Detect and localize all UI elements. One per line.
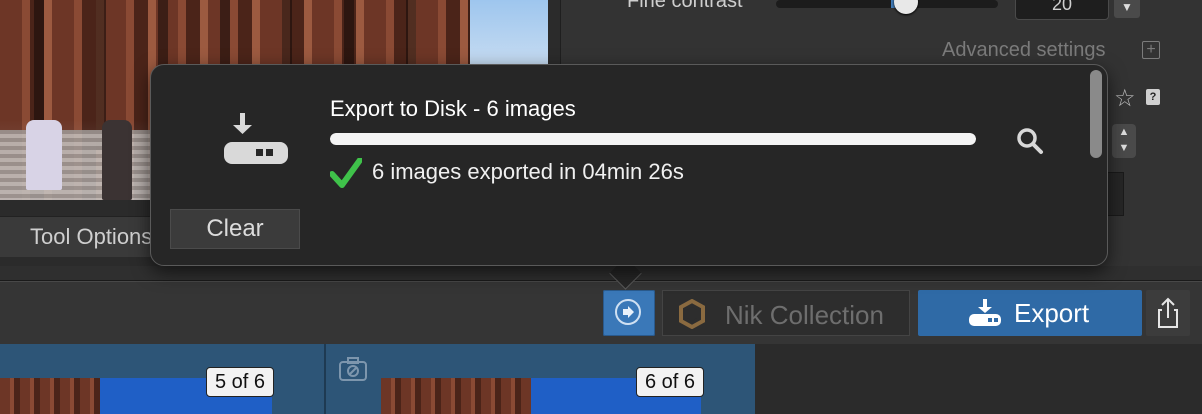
chevron-down-icon[interactable]: ▼ bbox=[1114, 0, 1140, 18]
fine-contrast-slider[interactable] bbox=[776, 0, 998, 8]
share-icon bbox=[1158, 297, 1178, 328]
export-progress-bar bbox=[330, 133, 976, 145]
export-to-disk-icon bbox=[969, 299, 1001, 326]
export-job-title: Export to Disk - 6 images bbox=[330, 96, 576, 121]
filmstrip-divider bbox=[324, 344, 326, 414]
share-button[interactable] bbox=[1146, 290, 1190, 336]
plus-icon[interactable]: + bbox=[1142, 41, 1160, 59]
clear-button[interactable]: Clear bbox=[170, 209, 300, 249]
action-arrow-icon bbox=[615, 299, 641, 325]
fine-contrast-label: Fine contrast bbox=[627, 0, 743, 12]
nik-logo-icon bbox=[679, 299, 705, 329]
fine-contrast-value[interactable]: 20 bbox=[1015, 0, 1109, 20]
tool-options-label: Tool Options bbox=[30, 224, 153, 249]
advanced-settings-label[interactable]: Advanced settings bbox=[942, 39, 1105, 62]
export-status-text: 6 images exported in 04min 26s bbox=[372, 159, 684, 184]
thumbnail-badge: 6 of 6 bbox=[636, 367, 705, 397]
camera-off-icon bbox=[339, 357, 367, 381]
photo-sky bbox=[470, 0, 548, 70]
filmstrip-empty-area bbox=[755, 344, 1202, 414]
popover-scrollbar-thumb[interactable] bbox=[1090, 70, 1102, 158]
export-label: Export bbox=[1014, 298, 1090, 328]
export-progress-fill bbox=[330, 133, 976, 145]
star-icon[interactable]: ☆ bbox=[1114, 84, 1136, 113]
person-figure bbox=[102, 120, 132, 200]
panel-divider bbox=[0, 266, 1202, 281]
person-figure bbox=[26, 120, 62, 190]
nik-collection-label: Nik Collection bbox=[725, 300, 884, 330]
nik-collection-button[interactable]: Nik Collection bbox=[662, 290, 910, 336]
export-to-disk-icon bbox=[224, 113, 288, 164]
export-button[interactable]: Export bbox=[918, 290, 1142, 336]
magnifier-icon[interactable] bbox=[1015, 126, 1045, 156]
activity-button[interactable] bbox=[603, 290, 655, 336]
thumbnail-badge: 5 of 6 bbox=[206, 367, 275, 397]
thumbnail-5[interactable] bbox=[0, 378, 100, 414]
thumbnail-6[interactable] bbox=[381, 378, 531, 414]
tool-options-bar[interactable]: Tool Options bbox=[0, 216, 170, 257]
help-button[interactable]: ? bbox=[1146, 89, 1160, 105]
checkmark-icon bbox=[330, 158, 362, 188]
stepper-icon[interactable]: ▲ ▼ bbox=[1112, 124, 1136, 158]
